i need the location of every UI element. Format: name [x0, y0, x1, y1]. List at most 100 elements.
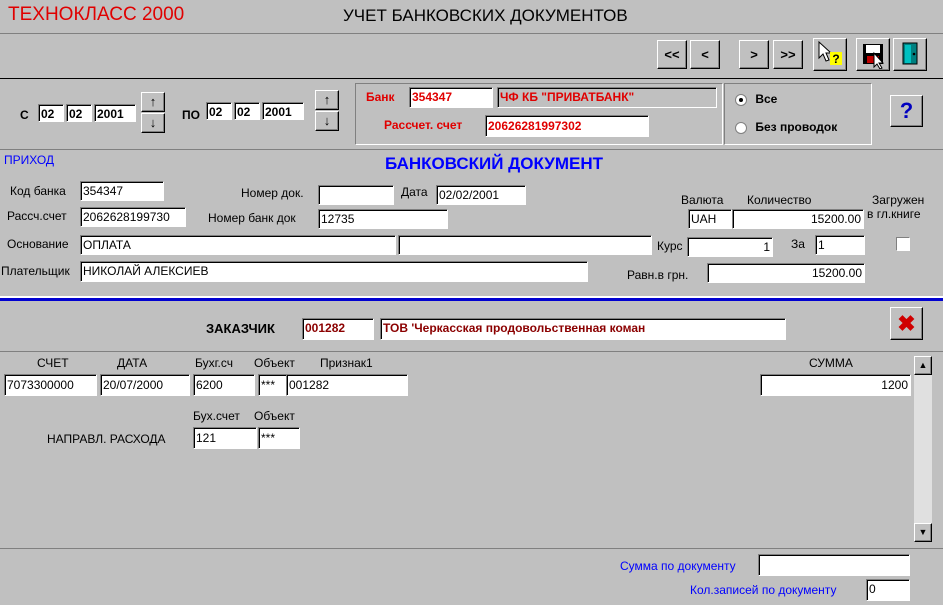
posting-ledger-field[interactable]: 6200 — [193, 374, 255, 396]
first-record-button[interactable]: << — [657, 40, 687, 69]
bank-group: Банк 354347 ЧФ КБ "ПРИВАТБАНК" Рассчет. … — [355, 83, 723, 145]
doc-bank-code-field[interactable]: 354347 — [80, 181, 164, 201]
doc-sum-field[interactable] — [758, 554, 910, 576]
save-button[interactable] — [856, 38, 890, 71]
expense-ledger-field[interactable]: 121 — [193, 427, 257, 449]
payer-label: Плательщик — [1, 264, 70, 278]
basis-extra-field[interactable] — [398, 235, 652, 255]
loaded-label-2: в гл.книге — [867, 207, 921, 221]
expense-ledger-header: Бух.счет — [193, 409, 240, 423]
expense-object-header: Объект — [254, 409, 295, 423]
basis-label: Основание — [7, 237, 69, 251]
customer-code-field[interactable]: 001282 — [302, 318, 374, 340]
customer-label: ЗАКАЗЧИК — [206, 321, 275, 336]
customer-name-field[interactable]: ТОВ 'Черкасская продовольственная коман — [380, 318, 786, 340]
doc-sum-label: Сумма по документу — [620, 559, 736, 573]
uah-equiv-field[interactable]: 15200.00 — [707, 263, 865, 283]
date-label: Дата — [401, 185, 428, 199]
quantity-field[interactable]: 15200.00 — [732, 209, 864, 229]
last-record-button[interactable]: >> — [773, 40, 803, 69]
scroll-up-button[interactable]: ▲ — [914, 356, 932, 375]
doc-number-label: Номер док. — [241, 186, 304, 200]
date-from-year[interactable]: 2001 — [94, 104, 136, 122]
help-button[interactable]: ? — [890, 95, 923, 127]
col-sum-header: СУММА — [809, 356, 853, 370]
radio-all-indicator — [735, 93, 747, 106]
bank-code-field[interactable]: 354347 — [409, 87, 493, 108]
col-attr-header: Признак1 — [320, 356, 373, 370]
col-ledger-header: Бухг.сч — [195, 356, 233, 370]
date-from-up-button[interactable]: ↑ — [141, 92, 165, 112]
account-label: Рассчет. счет — [384, 118, 463, 132]
prev-record-button[interactable]: < — [690, 40, 720, 69]
section-label: ПРИХОД — [4, 153, 55, 167]
per-label: За — [791, 237, 805, 251]
radio-no-postings-indicator — [735, 121, 747, 134]
posting-attr-field[interactable]: 001282 — [286, 374, 408, 396]
quantity-label: Количество — [747, 193, 812, 207]
date-from-day[interactable]: 02 — [38, 104, 64, 122]
account-label-doc: Рассч.счет — [7, 209, 67, 223]
radio-no-postings[interactable]: Без проводок — [735, 120, 837, 134]
bank-name-field[interactable]: ЧФ КБ "ПРИВАТБАНК" — [497, 87, 717, 108]
posting-sum-field[interactable]: 1200 — [760, 374, 911, 396]
account-field[interactable]: 20626281997302 — [485, 115, 649, 137]
customer-panel: ЗАКАЗЧИК 001282 ТОВ 'Черкасская продовол… — [0, 301, 943, 351]
records-label: Кол.записей по документу — [690, 583, 837, 597]
basis-field[interactable]: ОПЛАТА — [80, 235, 396, 255]
expense-object-field[interactable]: *** — [258, 427, 300, 449]
document-panel: ПРИХОД БАНКОВСКИЙ ДОКУМЕНТ Код банка 354… — [0, 150, 943, 296]
app-name: ТЕХНОКЛАСС 2000 — [8, 4, 185, 25]
exit-door-icon — [902, 42, 918, 65]
floppy-disk-icon — [863, 44, 885, 70]
currency-label: Валюта — [681, 193, 724, 207]
help-pointer-icon: ? — [818, 40, 842, 66]
toolbar: << < > >> ? — [0, 34, 943, 80]
radio-no-postings-label: Без проводок — [755, 120, 838, 134]
expense-label: НАПРАВЛ. РАСХОДА — [47, 432, 166, 446]
scroll-down-button[interactable]: ▼ — [914, 523, 932, 542]
date-to-year[interactable]: 2001 — [262, 102, 304, 120]
date-from-down-button[interactable]: ↓ — [141, 113, 165, 133]
date-to-day[interactable]: 02 — [206, 102, 232, 120]
loaded-checkbox[interactable] — [896, 237, 910, 251]
document-title: БАНКОВСКИЙ ДОКУМЕНТ — [385, 154, 604, 173]
doc-number-field[interactable] — [318, 185, 394, 205]
bank-doc-number-field[interactable]: 12735 — [318, 209, 448, 229]
col-date-header: ДАТА — [117, 356, 148, 370]
window-title: УЧЕТ БАНКОВСКИХ ДОКУМЕНТОВ — [343, 6, 628, 25]
filter-radio-group: Все Без проводок — [724, 83, 872, 145]
bank-label: Банк — [366, 90, 395, 104]
date-to-down-button[interactable]: ↓ — [315, 111, 339, 131]
close-icon: ✖ — [897, 311, 916, 336]
next-record-button[interactable]: > — [739, 40, 769, 69]
date-to-label: ПО — [182, 108, 200, 122]
records-field[interactable]: 0 — [866, 579, 910, 601]
date-to-month[interactable]: 02 — [234, 102, 260, 120]
bank-code-label: Код банка — [10, 184, 66, 198]
date-from-label: С — [20, 108, 29, 122]
filter-panel: С 02 02 2001 ↑ ↓ ПО 02 02 2001 ↑ ↓ Банк … — [0, 79, 943, 150]
doc-date-field[interactable]: 02/02/2001 — [436, 185, 526, 205]
payer-field[interactable]: НИКОЛАЙ АЛЕКСИЕВ — [80, 261, 588, 282]
title-bar: ТЕХНОКЛАСС 2000 УЧЕТ БАНКОВСКИХ ДОКУМЕНТ… — [0, 0, 943, 34]
radio-all[interactable]: Все — [735, 92, 777, 106]
exit-button[interactable] — [893, 38, 927, 71]
loaded-label-1: Загружен — [872, 193, 925, 207]
help-query-button[interactable]: ? — [813, 38, 847, 71]
radio-all-label: Все — [755, 92, 778, 106]
rate-field[interactable]: 1 — [687, 237, 773, 257]
svg-text:?: ? — [832, 52, 839, 66]
currency-field[interactable]: UAH — [688, 209, 732, 229]
vertical-scrollbar[interactable]: ▲ ▼ — [914, 356, 932, 542]
posting-object-field[interactable]: *** — [258, 374, 288, 396]
col-object-header: Объект — [254, 356, 295, 370]
bank-doc-number-label: Номер банк док — [208, 211, 296, 225]
date-from-month[interactable]: 02 — [66, 104, 92, 122]
doc-account-field[interactable]: 2062628199730 — [80, 207, 186, 227]
per-field[interactable]: 1 — [815, 235, 865, 255]
posting-account-field[interactable]: 7073300000 — [4, 374, 97, 396]
date-to-up-button[interactable]: ↑ — [315, 90, 339, 110]
delete-button[interactable]: ✖ — [890, 307, 923, 340]
posting-date-field[interactable]: 20/07/2000 — [100, 374, 190, 396]
